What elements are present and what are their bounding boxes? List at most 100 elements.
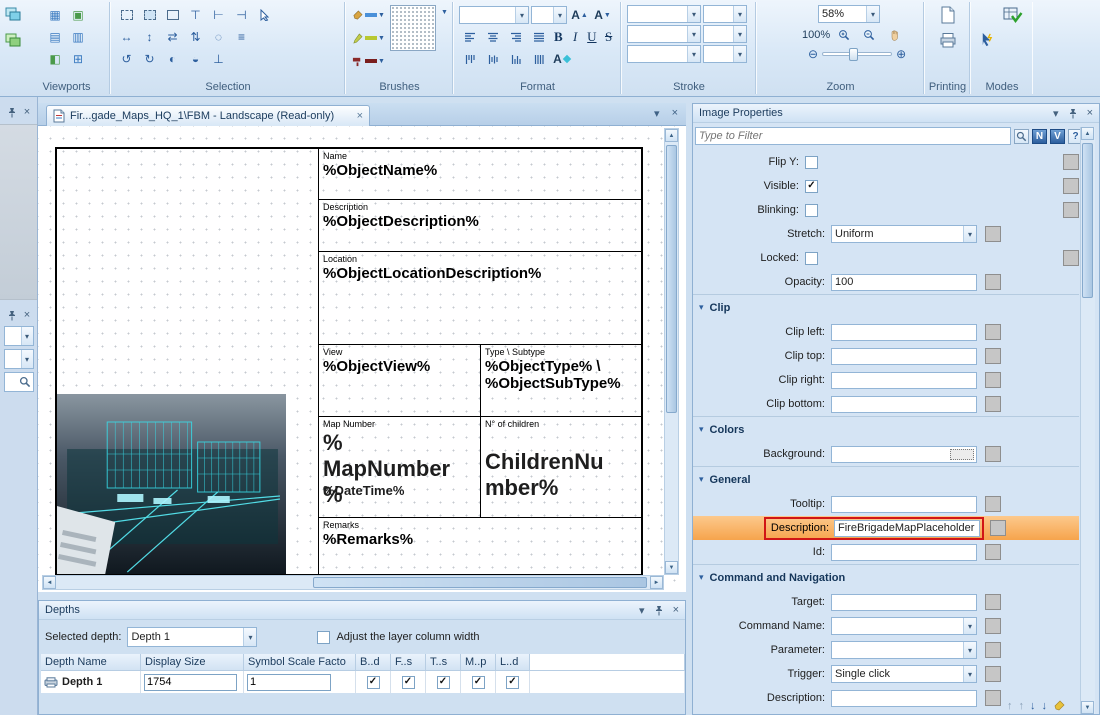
- property-swatch-button[interactable]: [1063, 250, 1079, 266]
- close-icon[interactable]: ×: [24, 106, 30, 118]
- rotate-cw-icon[interactable]: ↻: [139, 49, 160, 69]
- property-swatch-button[interactable]: [985, 496, 1001, 512]
- clip-bottom-input[interactable]: [831, 396, 977, 413]
- section-colors[interactable]: ▾ Colors: [693, 416, 1079, 442]
- adjust-layer-width-checkbox[interactable]: [317, 631, 330, 644]
- scroll-up-icon[interactable]: ▲: [665, 129, 678, 142]
- id-input[interactable]: [831, 544, 977, 561]
- tab-close-icon[interactable]: ×: [357, 110, 363, 122]
- property-swatch-button[interactable]: [1063, 178, 1079, 194]
- scroll-down-icon[interactable]: ▼: [1081, 701, 1094, 714]
- move-down-icon[interactable]: ↓: [1030, 700, 1036, 712]
- scroll-left-icon[interactable]: ◄: [43, 576, 56, 589]
- vertical-scroll-thumb[interactable]: [666, 145, 677, 413]
- template-type-cell[interactable]: Type \ Subtype %ObjectType% \ %ObjectSub…: [480, 345, 641, 416]
- flip-y-checkbox[interactable]: [805, 156, 818, 169]
- stroke-width-combo[interactable]: ▾: [703, 5, 747, 23]
- stroke-join-combo[interactable]: ▾: [703, 25, 747, 43]
- viewport-split-icon[interactable]: ◧: [45, 49, 66, 69]
- stroke-style-combo[interactable]: ▾: [627, 5, 701, 23]
- property-swatch-button[interactable]: [985, 446, 1001, 462]
- shrink-font-button[interactable]: A▼: [592, 5, 613, 25]
- close-icon[interactable]: ×: [673, 604, 679, 616]
- pin-icon[interactable]: [1068, 108, 1078, 119]
- design-canvas[interactable]: Name %ObjectName% Description %ObjectDes…: [38, 126, 686, 592]
- command-name-combo[interactable]: ▾: [831, 617, 977, 635]
- marquee-select-icon[interactable]: [116, 5, 137, 25]
- align-text-center-icon[interactable]: [482, 27, 503, 47]
- design-mode-icon[interactable]: [1002, 5, 1024, 25]
- visible-checkbox[interactable]: ✓: [805, 180, 818, 193]
- depth-checkbox-5[interactable]: ✓: [506, 676, 519, 689]
- navigation-description-input[interactable]: [831, 690, 977, 707]
- template-name-cell[interactable]: Name %ObjectName%: [319, 149, 641, 200]
- blinking-checkbox[interactable]: [805, 204, 818, 217]
- column-header-l[interactable]: L..d: [496, 654, 530, 671]
- stroke-dash-combo[interactable]: ▾: [627, 45, 701, 63]
- move-vertical-icon[interactable]: ↕: [139, 27, 160, 47]
- template-map-number-cell[interactable]: Map Number % MapNumber % %DateTime%: [319, 417, 480, 517]
- clip-top-input[interactable]: [831, 348, 977, 365]
- section-clip[interactable]: ▾ Clip: [693, 294, 1079, 320]
- document-tab[interactable]: Fir...gade_Maps_HQ_1\FBM - Landscape (Re…: [46, 105, 370, 126]
- runtime-mode-icon[interactable]: [976, 29, 997, 49]
- property-swatch-button[interactable]: [985, 396, 1001, 412]
- color-picker-button[interactable]: [950, 449, 974, 460]
- brush-pattern-swatch[interactable]: [390, 5, 436, 51]
- properties-scroll-thumb[interactable]: [1082, 143, 1093, 298]
- scroll-right-icon[interactable]: ►: [650, 576, 663, 589]
- clip-right-input[interactable]: [831, 372, 977, 389]
- properties-title-bar[interactable]: Image Properties ▾ ×: [693, 104, 1099, 123]
- template-location-cell[interactable]: Location %ObjectLocationDescription%: [319, 252, 641, 345]
- valign-bottom-icon[interactable]: [505, 49, 526, 69]
- stroke-cap-combo[interactable]: ▾: [627, 25, 701, 43]
- swap-vertical-icon[interactable]: ⇅: [185, 27, 206, 47]
- column-header-symbol-scale[interactable]: Symbol Scale Facto: [244, 654, 356, 671]
- column-header-display-size[interactable]: Display Size: [141, 654, 244, 671]
- selected-depth-combo[interactable]: Depth 1 ▾: [127, 627, 257, 647]
- bold-button[interactable]: B: [551, 28, 566, 46]
- swap-horizontal-icon[interactable]: ⇄: [162, 27, 183, 47]
- zoom-slider-minus-icon[interactable]: ⊖: [808, 47, 818, 61]
- underline-button[interactable]: U: [585, 28, 600, 46]
- align-top-icon[interactable]: ⊤: [185, 5, 206, 25]
- close-icon[interactable]: ×: [24, 309, 30, 321]
- strikethrough-button[interactable]: S: [601, 28, 616, 46]
- stroke-color-combo[interactable]: ▾: [703, 45, 747, 63]
- template-view-cell[interactable]: View %ObjectView%: [319, 345, 480, 416]
- zoom-preset-button[interactable]: 100%: [802, 29, 830, 41]
- move-top-icon[interactable]: ↑: [1007, 700, 1013, 712]
- page-setup-icon[interactable]: [937, 5, 958, 25]
- property-swatch-button[interactable]: [1063, 154, 1079, 170]
- scroll-down-icon[interactable]: ▼: [665, 561, 678, 574]
- display-size-cell[interactable]: [141, 671, 244, 693]
- close-document-icon[interactable]: ×: [672, 107, 678, 120]
- opacity-input[interactable]: [831, 274, 977, 291]
- zoom-level-combo[interactable]: 58% ▾: [818, 5, 880, 23]
- font-effects-button[interactable]: A: [551, 49, 572, 69]
- add-to-selection-icon[interactable]: [139, 5, 160, 25]
- locked-checkbox[interactable]: [805, 252, 818, 265]
- property-swatch-button[interactable]: [985, 324, 1001, 340]
- parameter-combo[interactable]: ▾: [831, 641, 977, 659]
- map-placeholder-image[interactable]: [57, 394, 286, 574]
- target-input[interactable]: [831, 594, 977, 611]
- filter-n-button[interactable]: N: [1032, 129, 1047, 144]
- symbol-scale-input[interactable]: [247, 674, 331, 691]
- stretch-combo[interactable]: Uniform▾: [831, 225, 977, 243]
- mini-filter-combo-2[interactable]: ▾: [4, 349, 34, 369]
- justify-text-icon[interactable]: [528, 27, 549, 47]
- description-input[interactable]: [834, 520, 980, 537]
- ribbon-corner-icon-1[interactable]: [3, 4, 24, 24]
- ribbon-corner-icon-2[interactable]: [3, 30, 24, 50]
- move-bottom-icon[interactable]: ↓: [1042, 700, 1048, 712]
- property-swatch-button[interactable]: [985, 274, 1001, 290]
- valign-justify-icon[interactable]: [528, 49, 549, 69]
- panel-menu-icon[interactable]: ▾: [1053, 107, 1059, 120]
- template-children-cell[interactable]: N° of children ChildrenNu mber%: [480, 417, 641, 517]
- flip-vertical-icon[interactable]: ◒: [185, 49, 206, 69]
- mini-filter-combo-1[interactable]: ▾: [4, 326, 34, 346]
- property-swatch-button[interactable]: [985, 348, 1001, 364]
- mini-search-box[interactable]: [4, 372, 34, 392]
- property-swatch-button[interactable]: [985, 544, 1001, 560]
